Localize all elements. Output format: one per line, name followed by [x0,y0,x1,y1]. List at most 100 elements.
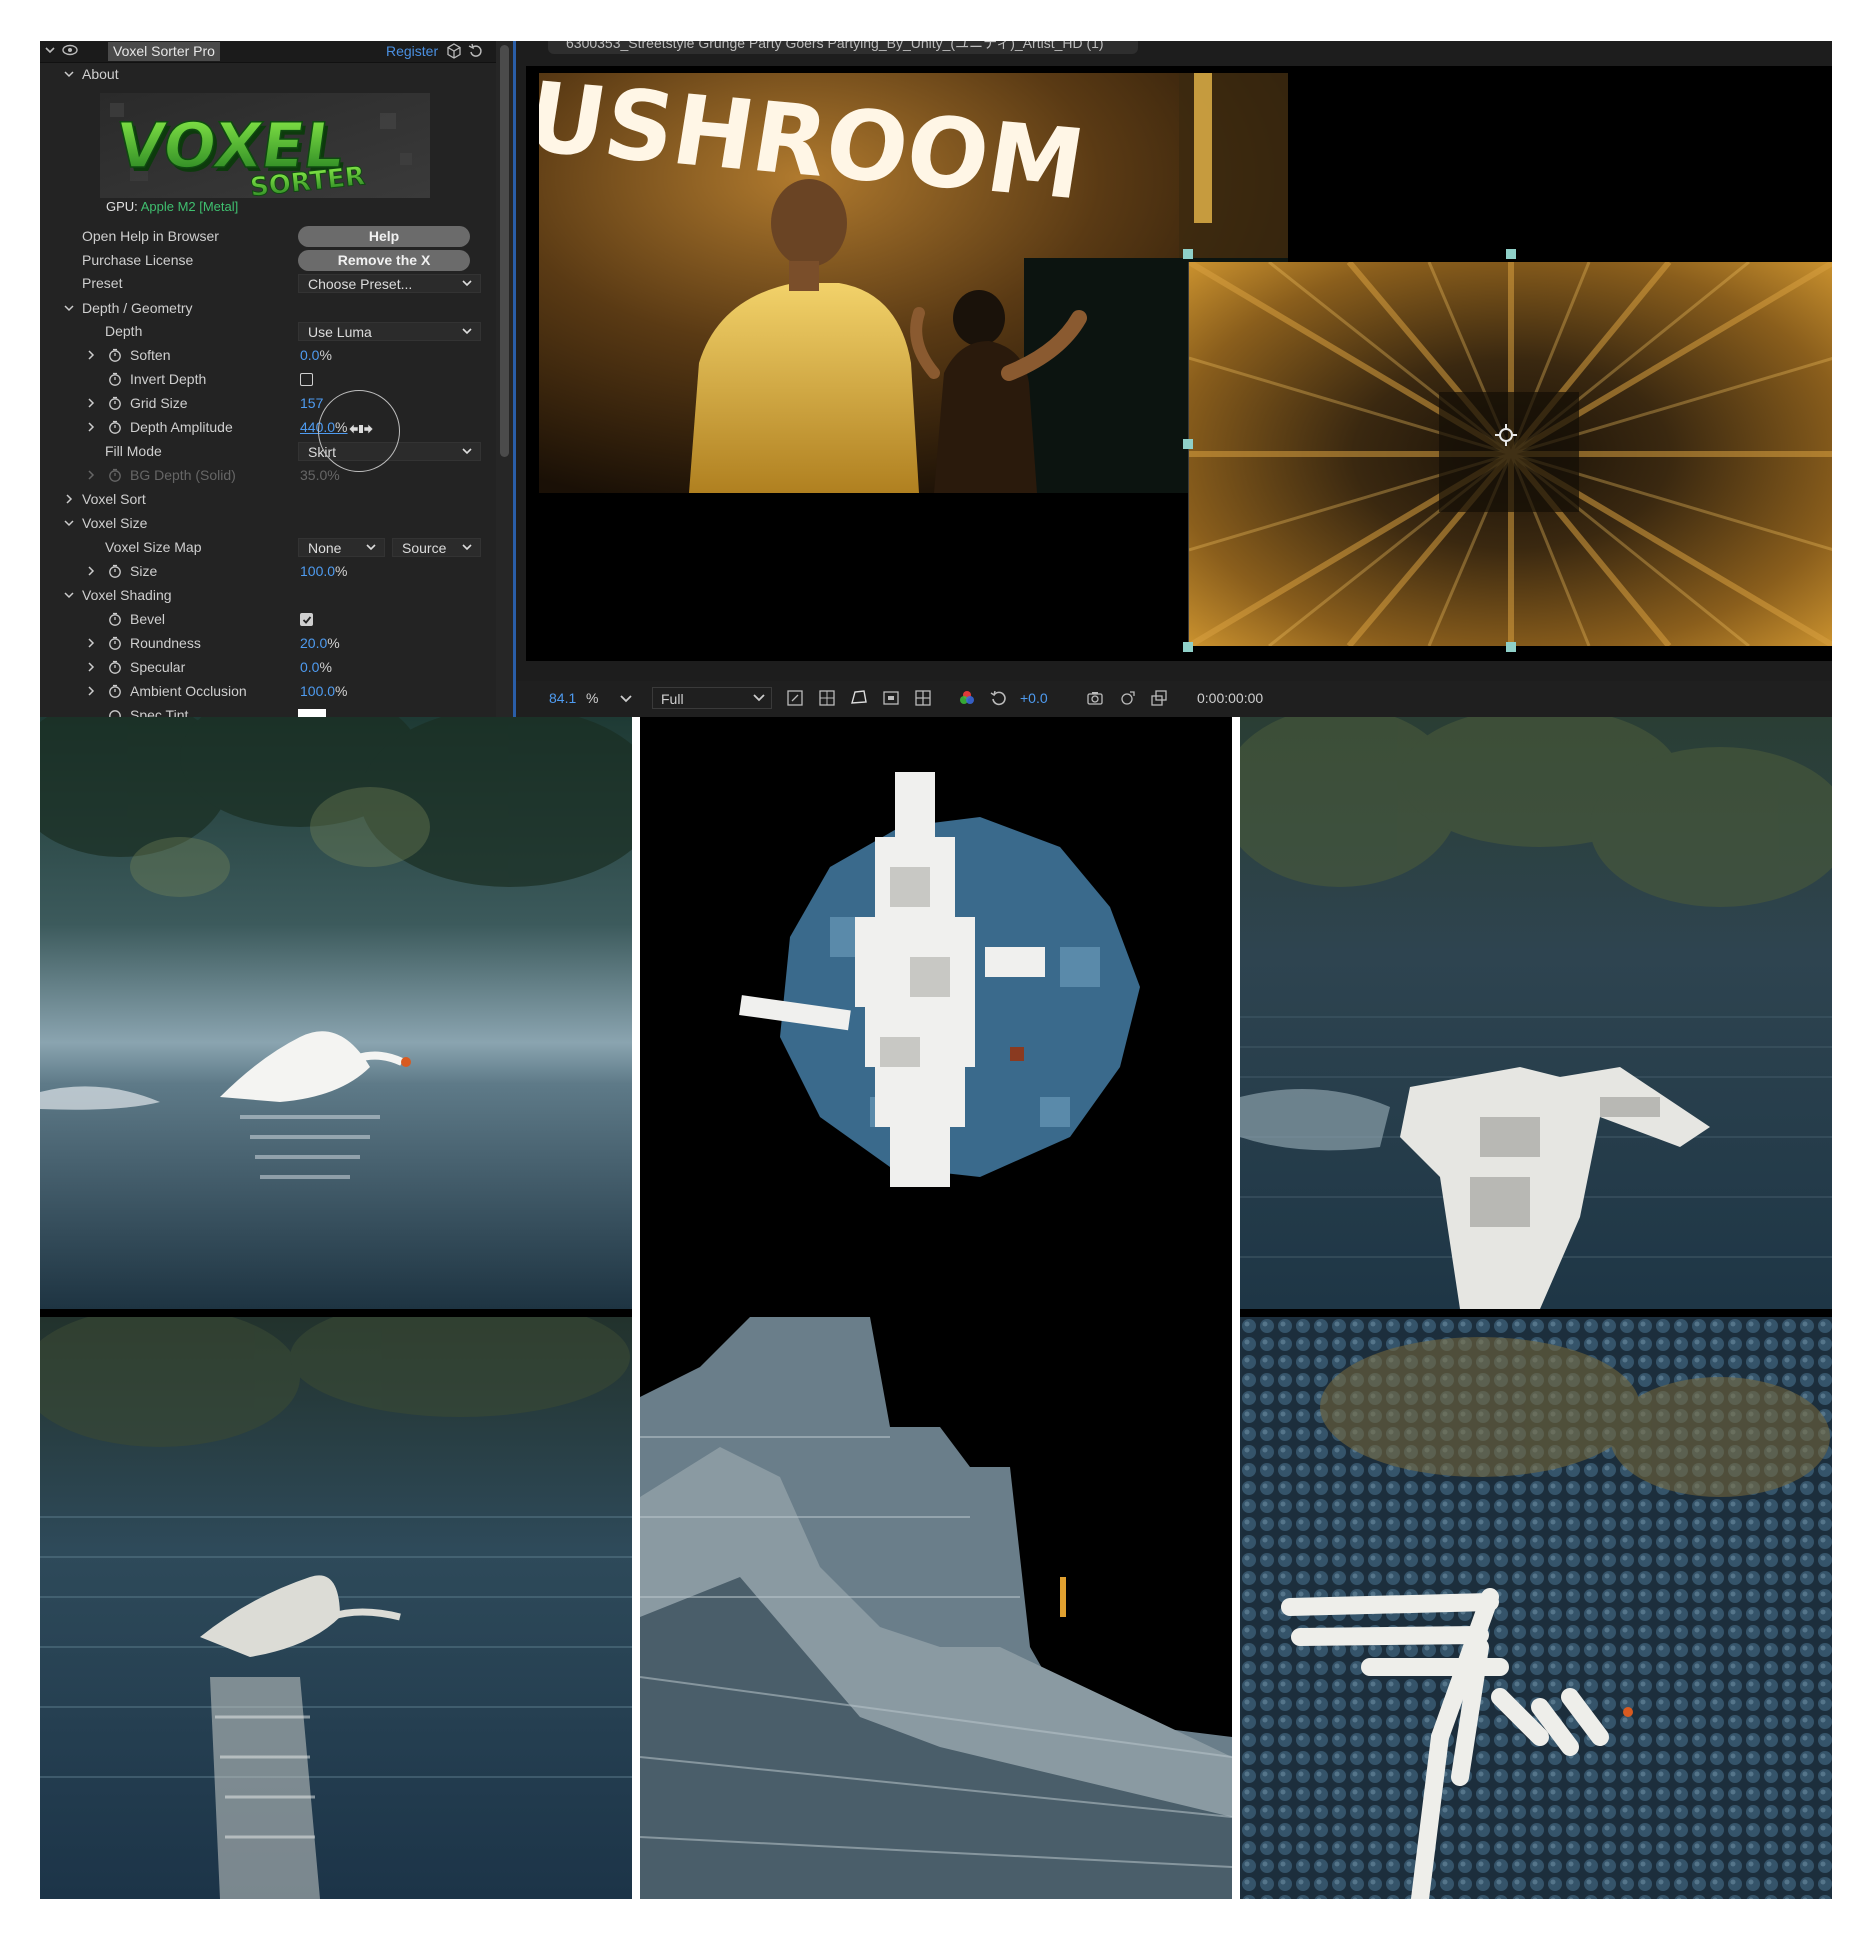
size-row: Size 100.0% [40,560,495,583]
panel-scrollbar[interactable] [496,41,513,717]
voxel-sorter-logo: VOXEL VOXEL SORTER [100,93,430,198]
fill-mode-label: Fill Mode [105,443,162,459]
soften-row: Soften 0.0% [40,344,495,367]
stopwatch-icon[interactable] [108,372,122,386]
effect-header: Voxel Sorter Pro Register [40,41,513,63]
chevron-down-icon [462,280,472,287]
voxel-render-layer[interactable] [1188,262,1832,646]
stopwatch-icon[interactable] [108,612,122,626]
transform-handle[interactable] [1183,439,1193,449]
zoom-unit: % [586,690,599,706]
mask-visibility-icon[interactable] [850,689,868,707]
exposure-value[interactable]: +0.0 [1020,690,1048,706]
voxel-terrain-render [640,1317,1232,1899]
depth-geometry-section[interactable]: Depth / Geometry [40,297,495,320]
guides-icon[interactable] [914,689,932,707]
voxel-size-map-dropdown[interactable]: None [298,538,385,557]
twirl-closed-icon[interactable] [86,686,96,696]
zoom-value[interactable]: 84.1 [549,690,576,706]
remove-x-button[interactable]: Remove the X [298,250,470,271]
size-label: Size [130,563,158,579]
transform-handle[interactable] [1506,249,1516,259]
twirl-closed-icon[interactable] [86,470,96,480]
about-label: About [82,66,119,82]
collapse-chevron-icon[interactable] [44,44,56,56]
channels-icon[interactable] [958,689,976,707]
help-button[interactable]: Help [298,226,470,247]
resolution-dropdown[interactable]: Full [652,687,772,709]
invert-depth-checkbox[interactable] [300,373,313,386]
voxel-sort-label: Voxel Sort [82,491,146,507]
composition-tab[interactable]: 6300353_Streetstyle Grunge Party Goers P… [548,41,1138,54]
voxel-swan-perspective [1240,717,1832,1309]
reset-exposure-icon[interactable] [990,689,1008,707]
stopwatch-icon[interactable] [108,684,122,698]
layer-options-icon[interactable] [1150,689,1168,707]
voxel-size-map-value: None [308,540,342,556]
bg-depth-row: BG Depth (Solid) 35.0% [40,464,495,487]
stopwatch-icon[interactable] [108,396,122,410]
snapshot-camera-icon[interactable] [1086,689,1104,707]
twirl-closed-icon[interactable] [86,422,96,432]
voxel-sort-section[interactable]: Voxel Sort [40,488,495,511]
depth-dropdown[interactable]: Use Luma [298,322,481,341]
register-link[interactable]: Register [386,43,438,59]
twirl-open-icon[interactable] [64,303,74,313]
chevron-down-icon [462,328,472,335]
stopwatch-icon[interactable] [108,348,122,362]
bevel-checkbox[interactable] [300,613,313,626]
depth-value: Use Luma [308,324,372,340]
bg-depth-label: BG Depth (Solid) [130,467,236,483]
transparency-grid-icon[interactable] [818,689,836,707]
twirl-closed-icon[interactable] [86,566,96,576]
voxel-size-label: Voxel Size [82,515,148,531]
preset-value: Choose Preset... [308,276,413,292]
size-value[interactable]: 100.0% [300,560,348,583]
timecode[interactable]: 0:00:00:00 [1197,690,1263,706]
invert-depth-row: Invert Depth [40,368,495,391]
transform-handle[interactable] [1506,642,1516,652]
spec-tint-swatch[interactable] [298,709,326,717]
preset-dropdown[interactable]: Choose Preset... [298,274,481,293]
fast-preview-icon[interactable] [786,689,804,707]
empty-canvas-area [1288,73,1832,261]
composition-canvas[interactable]: USHROOM [526,66,1832,661]
specular-value[interactable]: 0.0% [300,656,332,679]
reset-icon[interactable] [468,43,484,59]
bg-depth-value: 35.0% [300,467,340,483]
roundness-value[interactable]: 20.0% [300,632,340,655]
twirl-closed-icon[interactable] [64,494,74,504]
soften-value[interactable]: 0.0% [300,344,332,367]
anchor-point-icon[interactable] [1494,423,1518,447]
fx-toggle-eye-icon[interactable] [62,44,78,56]
ambient-occlusion-value[interactable]: 100.0% [300,680,348,703]
transform-handle[interactable] [1183,642,1193,652]
zoom-dropdown-chevron-icon[interactable] [617,689,635,707]
voxel-size-map-label: Voxel Size Map [105,539,202,555]
stopwatch-icon[interactable] [108,564,122,578]
cube-icon[interactable] [446,43,462,59]
composition-viewer: 6300353_Streetstyle Grunge Party Goers P… [516,41,1832,717]
voxel-size-section[interactable]: Voxel Size [40,512,495,535]
transform-handle[interactable] [1183,249,1193,259]
stopwatch-icon[interactable] [108,708,122,717]
show-snapshot-icon[interactable] [1118,689,1136,707]
twirl-open-icon[interactable] [64,69,74,79]
twirl-closed-icon[interactable] [86,662,96,672]
voxel-shading-section[interactable]: Voxel Shading [40,584,495,607]
twirl-closed-icon[interactable] [86,398,96,408]
stopwatch-icon[interactable] [108,636,122,650]
grid-size-value[interactable]: 157 [300,392,323,415]
region-of-interest-icon[interactable] [882,689,900,707]
stopwatch-icon[interactable] [108,660,122,674]
stopwatch-icon[interactable] [108,420,122,434]
scroll-thumb[interactable] [500,45,509,457]
about-section[interactable]: About [40,63,495,86]
roundness-row: Roundness 20.0% [40,632,495,655]
twirl-closed-icon[interactable] [86,350,96,360]
twirl-open-icon[interactable] [64,590,74,600]
twirl-open-icon[interactable] [64,518,74,528]
voxel-size-source-dropdown[interactable]: Source [392,538,481,557]
grid-size-label: Grid Size [130,395,188,411]
twirl-closed-icon[interactable] [86,638,96,648]
